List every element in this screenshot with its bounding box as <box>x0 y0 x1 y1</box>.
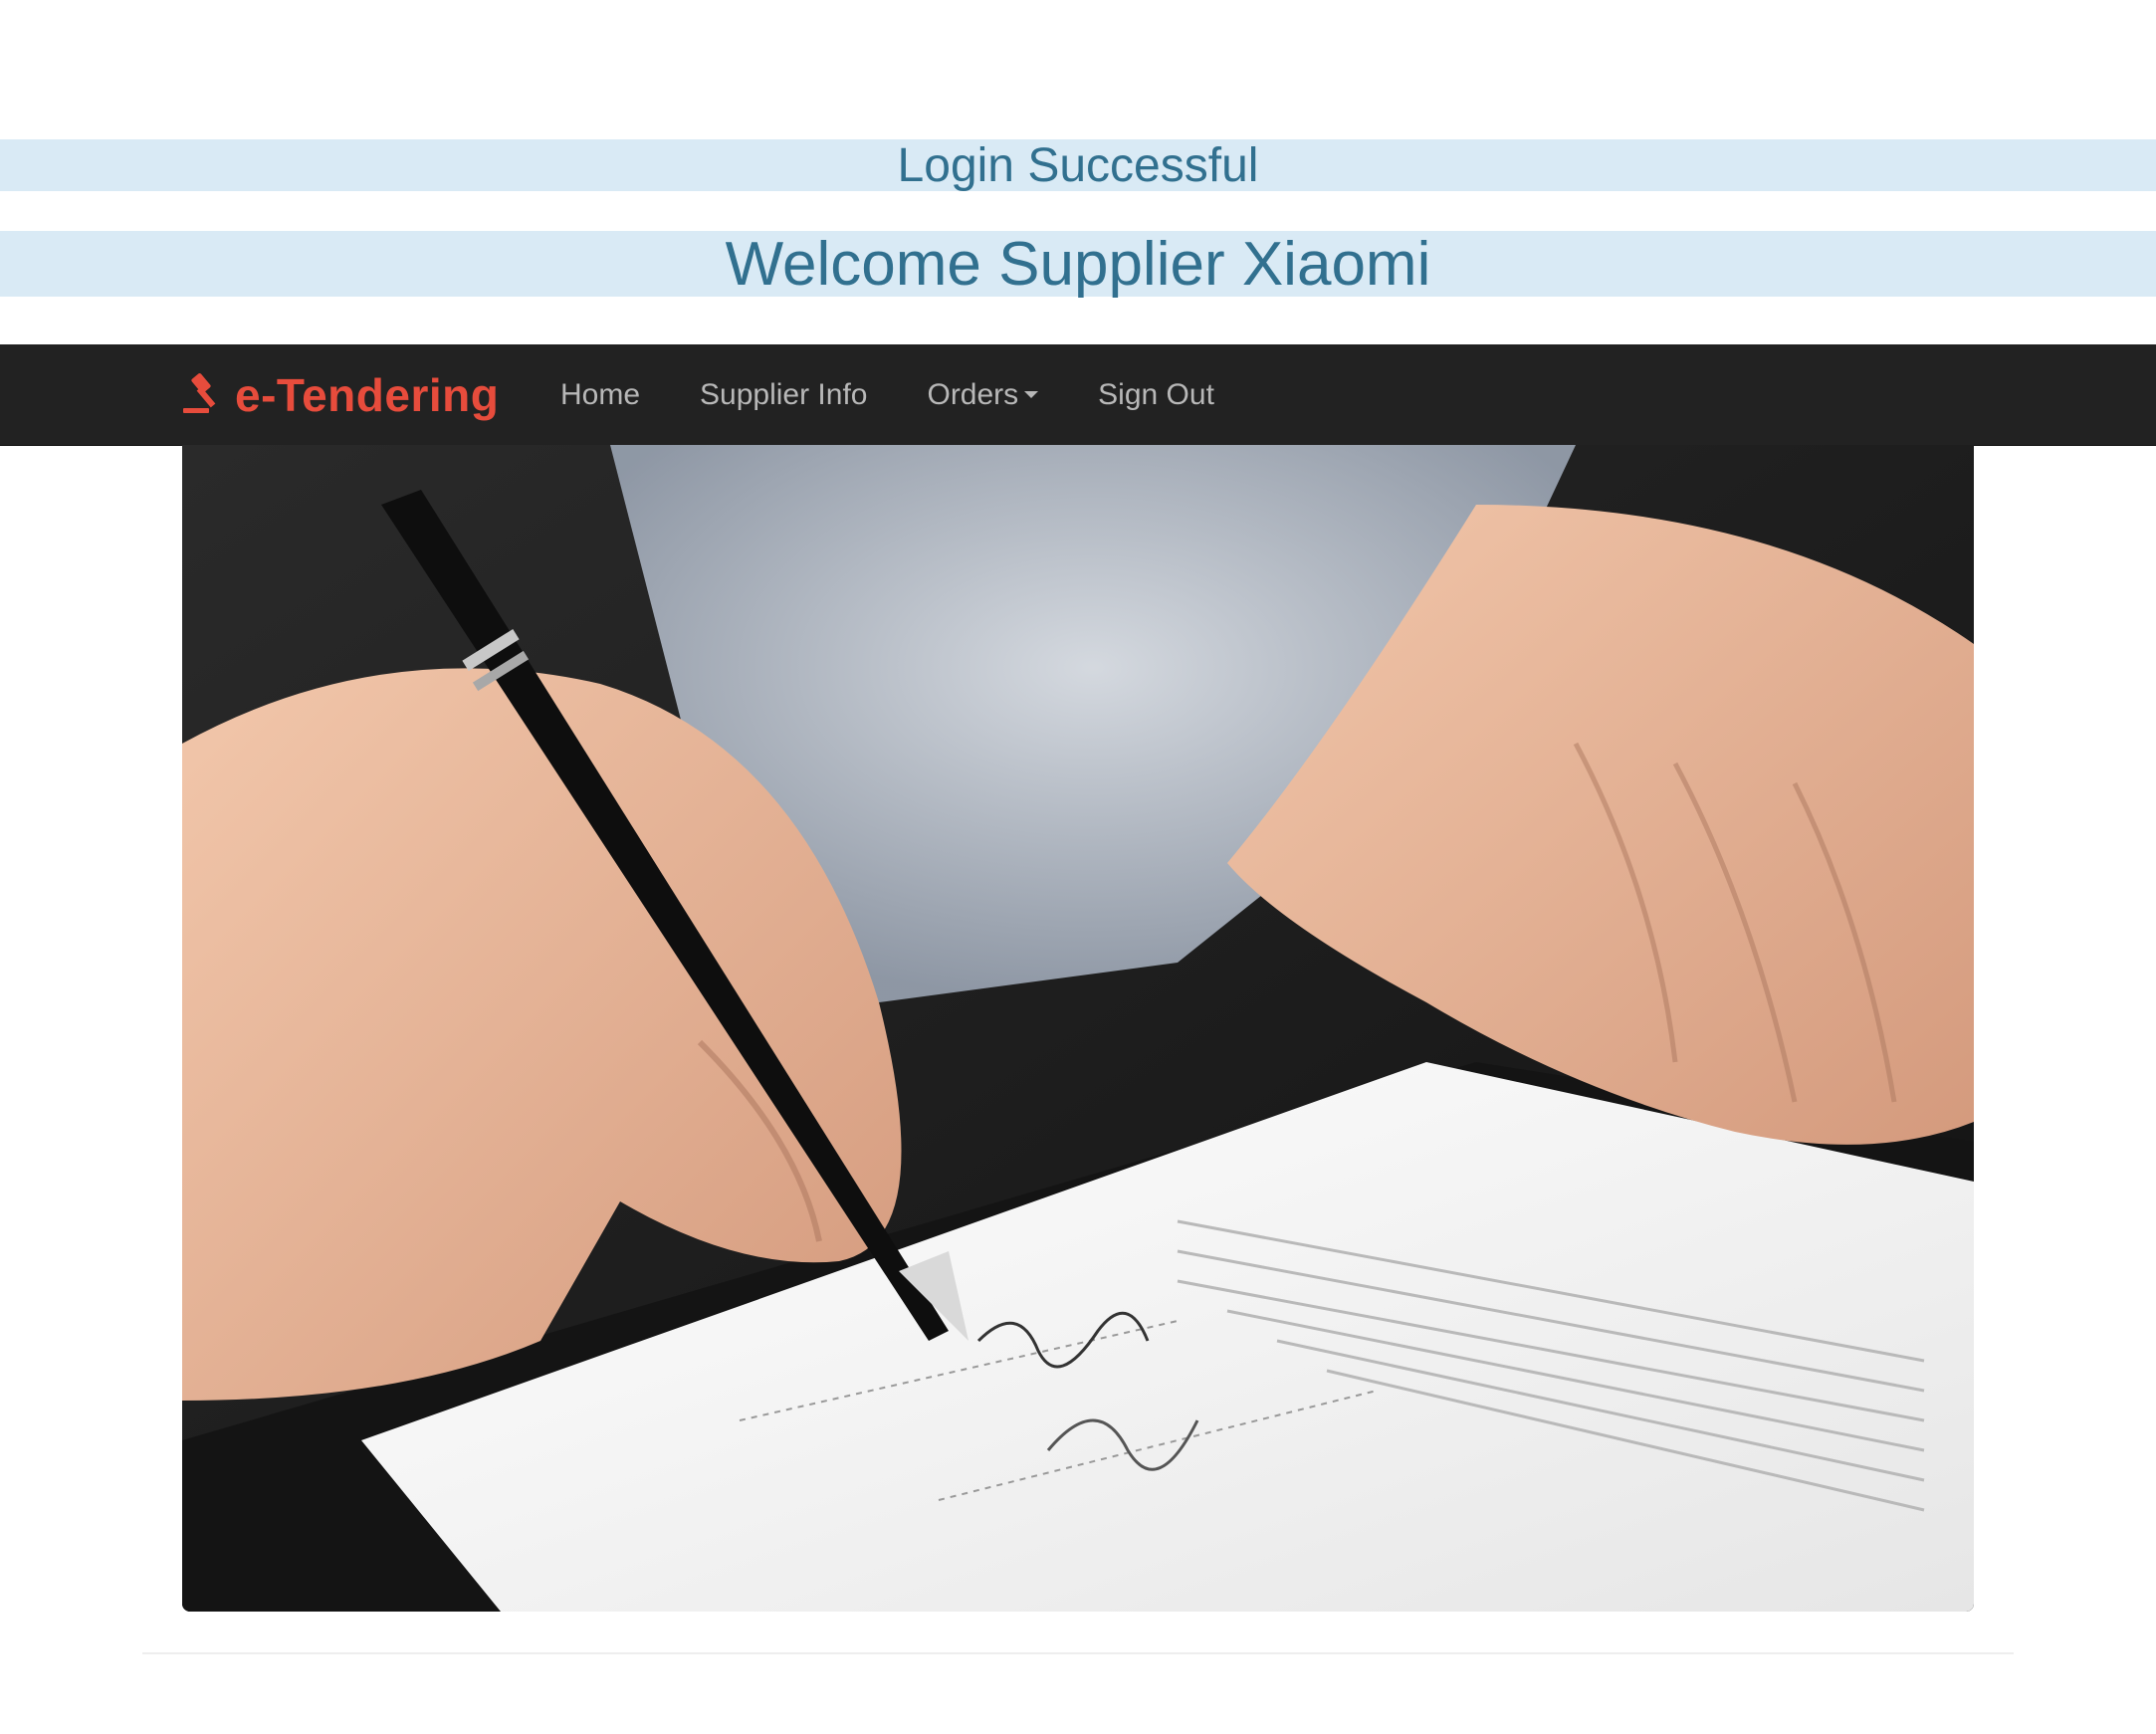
footer-divider <box>142 1652 2014 1654</box>
nav-home[interactable]: Home <box>531 378 670 412</box>
nav-home-label: Home <box>560 377 641 411</box>
nav-sign-out[interactable]: Sign Out <box>1068 378 1244 412</box>
nav-supplier-info[interactable]: Supplier Info <box>670 378 897 412</box>
signing-document-illustration <box>182 445 1974 1612</box>
hero-image <box>182 445 1974 1612</box>
gavel-icon <box>183 372 216 413</box>
nav-sign-out-label: Sign Out <box>1098 377 1214 411</box>
brand-link[interactable]: e-Tendering <box>181 344 499 445</box>
nav-menu: Home Supplier Info Orders Sign Out <box>531 344 1244 445</box>
nav-orders-label: Orders <box>927 377 1019 411</box>
nav-orders-dropdown[interactable]: Orders <box>897 378 1068 412</box>
welcome-text: Welcome Supplier Xiaomi <box>725 229 1431 299</box>
caret-down-icon <box>1024 391 1039 398</box>
top-navbar: e-Tendering Home Supplier Info Orders Si… <box>0 344 2156 446</box>
welcome-alert: Welcome Supplier Xiaomi <box>0 229 2156 299</box>
login-success-alert: Login Successful <box>0 138 2156 192</box>
login-success-text: Login Successful <box>897 138 1259 192</box>
nav-supplier-info-label: Supplier Info <box>700 377 868 411</box>
brand-label: e-Tendering <box>235 368 500 421</box>
